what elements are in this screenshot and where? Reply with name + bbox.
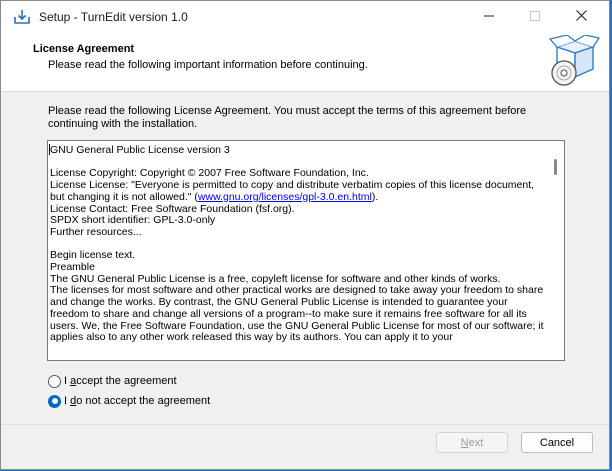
license-line: Begin license text. [50, 249, 136, 262]
setup-app-icon [13, 8, 31, 26]
next-button[interactable]: Next [436, 432, 508, 453]
decline-radio-option[interactable]: I do not accept the agreement [48, 393, 210, 409]
minimize-button[interactable] [466, 1, 512, 33]
accept-label: I accept the agreement [64, 375, 177, 387]
accept-radio-option[interactable]: I accept the agreement [48, 373, 177, 389]
scrollbar-thumb[interactable] [554, 159, 557, 175]
license-line: Further resources... [50, 225, 142, 238]
close-button[interactable] [558, 1, 604, 33]
decline-radio[interactable] [48, 394, 61, 408]
footer-divider [1, 424, 609, 425]
license-text: GNU General Public License version 3 Lic… [50, 144, 546, 344]
setup-box-disc-icon [547, 34, 601, 87]
decline-label: I do not accept the agreement [64, 395, 211, 407]
accept-radio[interactable] [48, 374, 61, 388]
window-title: Setup - TurnEdit version 1.0 [39, 10, 188, 24]
page-title: License Agreement [33, 43, 135, 55]
title-bar[interactable]: Setup - TurnEdit version 1.0 [1, 1, 609, 33]
instructions-text: Please read the following License Agreem… [48, 105, 527, 130]
license-line: Preamble [50, 261, 95, 273]
page-subtitle: Please read the following important info… [48, 59, 368, 71]
license-url-link[interactable]: www.gnu.org/licenses/gpl-3.0.en.html [198, 191, 372, 203]
cancel-button[interactable]: Cancel [521, 432, 593, 453]
license-line: License License: "Everyone is permitted … [50, 179, 535, 203]
license-line: The licenses for most software and other… [50, 284, 544, 344]
license-textbox[interactable]: GNU General Public License version 3 Lic… [47, 140, 565, 361]
maximize-icon [530, 10, 540, 24]
minimize-icon [484, 11, 494, 24]
maximize-button [512, 1, 558, 33]
setup-window: Setup - TurnEdit version 1.0 License Agr… [0, 0, 610, 470]
close-icon [575, 10, 587, 24]
vertical-scrollbar[interactable] [547, 141, 564, 360]
wizard-header: License Agreement Please read the follow… [1, 33, 609, 92]
license-line: GNU General Public License version 3 [50, 144, 230, 156]
